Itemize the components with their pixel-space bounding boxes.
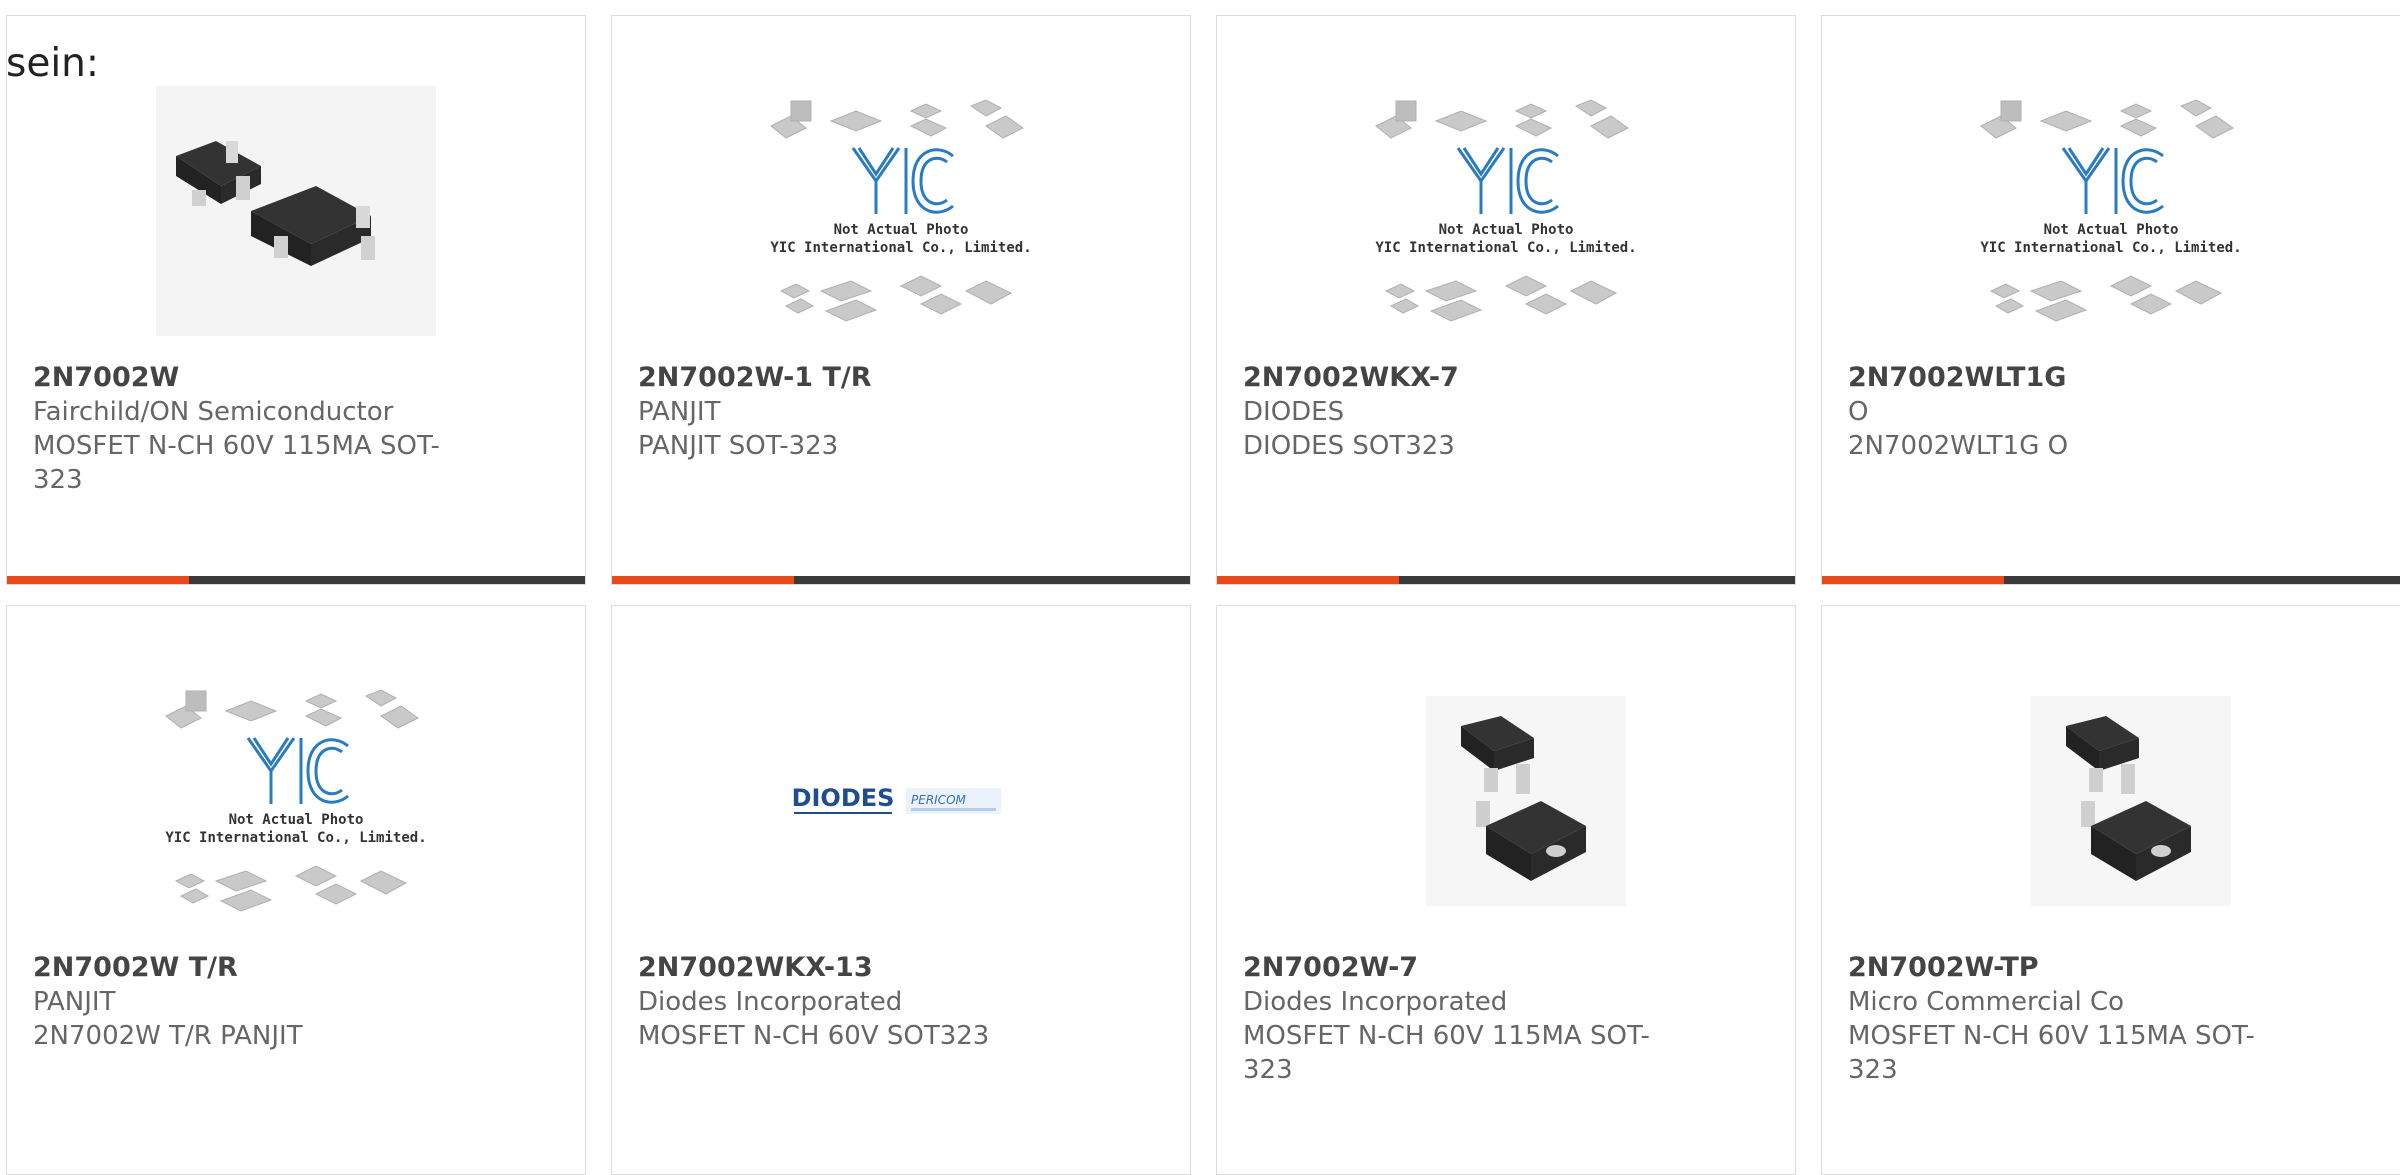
product-image[interactable]: Not Actual Photo YIC International Co., … xyxy=(156,676,436,926)
part-number-link[interactable]: 2N7002W-TP xyxy=(1848,951,2288,985)
section-heading: sein: xyxy=(6,41,100,86)
yic-placeholder-image: Not Actual Photo YIC International Co., … xyxy=(165,689,427,912)
card-accent-bar xyxy=(7,576,585,584)
description-label: DIODES SOT323 xyxy=(1243,431,1455,461)
product-card[interactable]: Not Actual Photo YIC International Co., … xyxy=(1821,15,2400,585)
product-image[interactable]: DIODES PERICOM xyxy=(761,676,1041,926)
description-label: 2N7002WLT1G O xyxy=(1848,431,2069,461)
sot323-single-photo xyxy=(1426,696,1626,906)
manufacturer-label: PANJIT xyxy=(33,987,116,1017)
card-accent-highlight xyxy=(1822,576,2004,584)
manufacturer-label: DIODES xyxy=(1243,397,1345,427)
part-number-link[interactable]: 2N7002W xyxy=(33,361,473,395)
yic-placeholder-image: Not Actual Photo YIC International Co., … xyxy=(1375,99,1637,322)
product-info: 2N7002W T/R PANJIT 2N7002W T/R PANJIT xyxy=(33,951,473,1053)
product-info: 2N7002W-1 T/R PANJIT PANJIT SOT-323 xyxy=(638,361,1078,463)
yic-line1: Not Actual Photo xyxy=(2044,222,2179,238)
description-label: 2N7002W T/R PANJIT xyxy=(33,1021,303,1051)
product-image[interactable] xyxy=(1971,676,2251,926)
product-info: 2N7002W Fairchild/ON Semiconductor MOSFET … xyxy=(33,361,473,497)
part-number-link[interactable]: 2N7002WLT1G xyxy=(1848,361,2288,395)
product-info: 2N7002W-TP Micro Commercial Co MOSFET N-CH… xyxy=(1848,951,2288,1087)
yic-line1: Not Actual Photo xyxy=(229,812,364,828)
card-accent-bar xyxy=(1822,576,2400,584)
description-label: MOSFET N-CH 60V 115MA SOT-323 xyxy=(33,431,440,495)
pericom-logo-text: PERICOM xyxy=(911,793,967,807)
description-label: MOSFET N-CH 60V 115MA SOT-323 xyxy=(1848,1021,2255,1085)
card-accent-highlight xyxy=(612,576,794,584)
description-label: PANJIT SOT-323 xyxy=(638,431,839,461)
product-info: 2N7002W-7 Diodes Incorporated MOSFET N-CH … xyxy=(1243,951,1683,1087)
product-card[interactable]: Not Actual Photo YIC International Co., … xyxy=(611,15,1191,585)
card-accent-bar xyxy=(1217,576,1795,584)
description-label: MOSFET N-CH 60V SOT323 xyxy=(638,1021,990,1051)
product-card[interactable]: Not Actual Photo YIC International Co., … xyxy=(6,605,586,1175)
product-image[interactable] xyxy=(1366,676,1646,926)
manufacturer-label: PANJIT xyxy=(638,397,721,427)
yic-line2: YIC International Co., Limited. xyxy=(1375,240,1636,256)
diodes-logo-text: DIODES xyxy=(792,784,895,812)
part-number-link[interactable]: 2N7002W-1 T/R xyxy=(638,361,1078,395)
yic-line2: YIC International Co., Limited. xyxy=(770,240,1031,256)
product-card[interactable]: 2N7002W-TP Micro Commercial Co MOSFET N-CH… xyxy=(1821,605,2400,1175)
card-accent-highlight xyxy=(7,576,189,584)
yic-placeholder-image: Not Actual Photo YIC International Co., … xyxy=(1980,99,2242,322)
manufacturer-label: Diodes Incorporated xyxy=(1243,987,1508,1017)
manufacturer-label: Micro Commercial Co xyxy=(1848,987,2125,1017)
part-number-link[interactable]: 2N7002W T/R xyxy=(33,951,473,985)
yic-placeholder-image: Not Actual Photo YIC International Co., … xyxy=(770,99,1032,322)
card-accent-bar xyxy=(612,576,1190,584)
manufacturer-label: O xyxy=(1848,397,1869,427)
description-label: MOSFET N-CH 60V 115MA SOT-323 xyxy=(1243,1021,1650,1085)
product-card[interactable]: 2N7002W-7 Diodes Incorporated MOSFET N-CH … xyxy=(1216,605,1796,1175)
product-info: 2N7002WLT1G O 2N7002WLT1G O xyxy=(1848,361,2288,463)
diodes-logo-image: DIODES PERICOM xyxy=(792,784,1001,814)
product-grid: 2N7002W Fairchild/ON Semiconductor MOSFET … xyxy=(0,0,2400,1175)
product-image[interactable]: Not Actual Photo YIC International Co., … xyxy=(1971,86,2251,336)
product-card[interactable]: 2N7002W Fairchild/ON Semiconductor MOSFET … xyxy=(6,15,586,585)
sot323-single-photo xyxy=(2031,696,2231,906)
product-card[interactable]: DIODES PERICOM 2N7002WKX-13 Diodes Incorp… xyxy=(611,605,1191,1175)
product-info: 2N7002WKX-13 Diodes Incorporated MOSFET N-… xyxy=(638,951,1078,1053)
product-image[interactable]: Not Actual Photo YIC International Co., … xyxy=(761,86,1041,336)
product-card[interactable]: Not Actual Photo YIC International Co., … xyxy=(1216,15,1796,585)
yic-line2: YIC International Co., Limited. xyxy=(1980,240,2241,256)
product-info: 2N7002WKX-7 DIODES DIODES SOT323 xyxy=(1243,361,1683,463)
part-number-link[interactable]: 2N7002WKX-13 xyxy=(638,951,1078,985)
manufacturer-label: Fairchild/ON Semiconductor xyxy=(33,397,394,427)
card-accent-highlight xyxy=(1217,576,1399,584)
yic-line2: YIC International Co., Limited. xyxy=(165,830,426,846)
part-number-link[interactable]: 2N7002WKX-7 xyxy=(1243,361,1683,395)
sot323-photo xyxy=(156,86,436,336)
part-number-link[interactable]: 2N7002W-7 xyxy=(1243,951,1683,985)
yic-line1: Not Actual Photo xyxy=(834,222,969,238)
yic-line1: Not Actual Photo xyxy=(1439,222,1574,238)
product-image[interactable]: Not Actual Photo YIC International Co., … xyxy=(1366,86,1646,336)
manufacturer-label: Diodes Incorporated xyxy=(638,987,903,1017)
product-image[interactable] xyxy=(156,86,436,336)
